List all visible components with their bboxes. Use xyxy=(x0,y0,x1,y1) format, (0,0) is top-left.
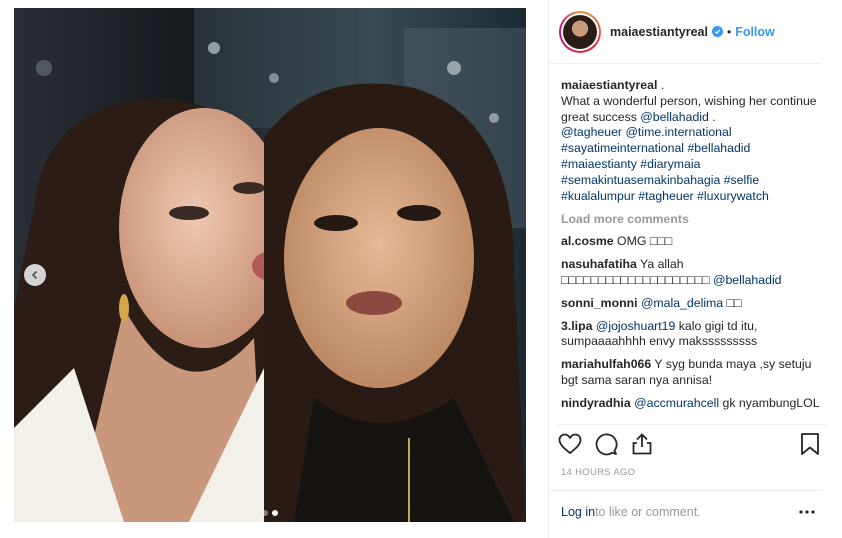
caption-text: . xyxy=(708,109,716,124)
comment: sonni_monni @mala_delima □□ xyxy=(561,296,823,312)
caption-mention[interactable]: @bellahadid xyxy=(640,110,709,124)
post-sidebar: maiaestiantyreal • Follow maiaestiantyre… xyxy=(548,0,842,538)
post-photo[interactable] xyxy=(14,8,526,522)
save-button[interactable] xyxy=(797,431,823,457)
caption-username[interactable]: maiaestiantyreal xyxy=(561,78,657,92)
caption-text: . xyxy=(660,78,665,92)
carousel-prev-button[interactable] xyxy=(24,264,46,286)
comment: al.cosme OMG □□□ xyxy=(561,234,823,250)
like-button[interactable] xyxy=(557,431,583,457)
comment: nasuhafatiha Ya allah □□□□□□□□□□□□□□□□□□… xyxy=(561,257,823,289)
login-prompt-text: to like or comment. xyxy=(595,504,701,519)
action-bar xyxy=(557,424,827,460)
header-username[interactable]: maiaestiantyreal xyxy=(610,25,708,39)
comment-username[interactable]: al.cosme xyxy=(561,234,614,248)
comment: mariahulfah066 Y syg bunda maya ,sy setu… xyxy=(561,357,823,389)
comment-username[interactable]: nindyradhia xyxy=(561,396,631,410)
comment-username[interactable]: mariahulfah066 xyxy=(561,357,651,371)
carousel-dot-active xyxy=(272,510,278,516)
comment-username[interactable]: sonni_monni xyxy=(561,296,638,310)
login-footer: Log in to like or comment. xyxy=(549,490,821,532)
comment-mention[interactable]: @mala_delima xyxy=(641,296,723,310)
comment-username[interactable]: nasuhafatiha xyxy=(561,257,637,271)
more-dots-icon xyxy=(799,510,815,514)
comment: 3.lipa @jojoshuart19 kalo gigi td itu, s… xyxy=(561,319,823,351)
carousel-indicator xyxy=(14,510,526,516)
comment: nindyradhia @accmurahcell gk nyambungLOL xyxy=(561,396,823,412)
avatar[interactable] xyxy=(559,10,601,53)
more-options-button[interactable] xyxy=(797,503,817,521)
bookmark-icon xyxy=(801,433,819,455)
share-icon xyxy=(632,433,652,455)
comment-text: □□ xyxy=(723,295,742,310)
verified-badge-icon xyxy=(711,26,723,37)
caption-hashtags[interactable]: #semakintuasemakinbahagia #selfie xyxy=(561,173,759,187)
post-timestamp: 14 HOURS AGO xyxy=(561,467,636,478)
comment-text: OMG □□□ xyxy=(613,234,673,249)
follow-button[interactable]: Follow xyxy=(735,25,775,39)
comment-username[interactable]: 3.lipa xyxy=(561,319,592,333)
post-header: maiaestiantyreal • Follow xyxy=(549,0,821,64)
caption-mention[interactable]: @tagheuer xyxy=(561,125,622,139)
carousel-dot xyxy=(262,510,268,516)
caption-hashtags[interactable]: #kualalumpur #tagheuer #luxurywatch xyxy=(561,189,769,203)
comment-text: gk nyambungLOL xyxy=(719,395,820,410)
header-separator: • xyxy=(726,24,732,39)
load-more-comments-button[interactable]: Load more comments xyxy=(561,212,823,226)
instagram-post: maiaestiantyreal • Follow maiaestiantyre… xyxy=(0,0,842,538)
heart-icon xyxy=(558,433,582,455)
comment-mention[interactable]: @jojoshuart19 xyxy=(596,319,675,333)
comment-mention[interactable]: @bellahadid xyxy=(713,273,782,287)
comment-bubble-icon xyxy=(595,433,618,456)
caption: maiaestiantyreal . What a wonderful pers… xyxy=(561,78,823,204)
caption-hashtags[interactable]: #sayatimeinternational #bellahadid xyxy=(561,141,750,155)
comments-section: maiaestiantyreal . What a wonderful pers… xyxy=(561,78,823,420)
comment-mention[interactable]: @accmurahcell xyxy=(634,396,719,410)
share-button[interactable] xyxy=(629,431,655,457)
login-link[interactable]: Log in xyxy=(561,505,595,519)
caption-hashtags[interactable]: #maiaestianty #diarymaia xyxy=(561,157,700,171)
selfie-photo xyxy=(14,8,526,522)
comment-button[interactable] xyxy=(593,431,619,457)
avatar-image xyxy=(563,14,597,49)
chevron-left-icon xyxy=(31,270,38,280)
caption-mention[interactable]: @time.international xyxy=(625,125,731,139)
